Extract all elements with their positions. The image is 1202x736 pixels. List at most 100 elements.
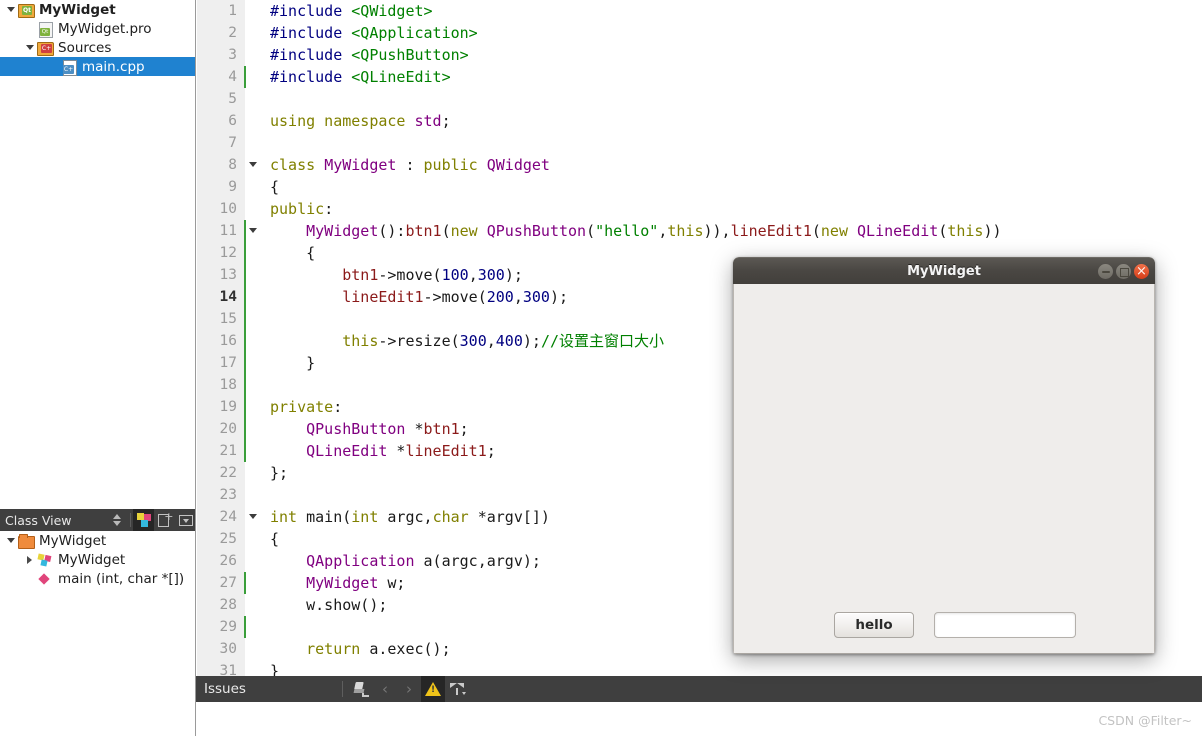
sort-arrows-icon [113, 513, 122, 527]
qt-window-titlebar[interactable]: MyWidget [733, 257, 1155, 284]
split-button[interactable] [154, 509, 175, 531]
fold-arrow-icon[interactable] [249, 228, 257, 233]
class-view-title: Class View [5, 512, 72, 528]
code-line[interactable]: 31} [197, 660, 1202, 676]
line-number: 10 [219, 201, 237, 217]
dropdown-box-icon [178, 514, 193, 526]
line-number: 28 [219, 597, 237, 613]
minimize-button[interactable] [1098, 264, 1113, 279]
code-text: return a.exec(); [306, 640, 451, 658]
project-tree: MyWidget MyWidget.pro Sources main.cpp [0, 0, 195, 76]
change-marker [244, 572, 246, 594]
maximize-button[interactable] [1116, 264, 1131, 279]
code-text: } [270, 354, 316, 372]
issues-list-panel: CSDN @Filter~ [196, 702, 1202, 736]
project-item-mywidget-pro[interactable]: MyWidget.pro [0, 19, 195, 38]
panel-options-button[interactable] [175, 509, 195, 531]
line-number: 15 [219, 311, 237, 327]
fold-arrow-icon[interactable] [249, 162, 257, 167]
tree-item-label: Sources [58, 39, 112, 56]
hello-push-button[interactable]: hello [834, 612, 914, 638]
chevron-down-icon[interactable] [23, 45, 36, 50]
line-edit-field[interactable] [934, 612, 1076, 638]
folder-icon [17, 533, 35, 549]
code-text: QApplication a(argc,argv); [306, 552, 541, 570]
split-plus-icon [157, 511, 174, 527]
code-text: private: [270, 398, 343, 416]
code-line[interactable]: 8 class MyWidget : public QWidget [197, 154, 1202, 176]
filter-button[interactable] [445, 676, 469, 702]
code-line[interactable]: 3 #include <QPushButton> [197, 44, 1202, 66]
line-number: 26 [219, 553, 237, 569]
code-line[interactable]: 4 #include <QLineEdit> [197, 66, 1202, 88]
qt-creator-window: MyWidget MyWidget.pro Sources main.cpp Clas… [0, 0, 1202, 736]
code-text: QLineEdit *lineEdit1; [306, 442, 496, 460]
fold-arrow-icon[interactable] [249, 514, 257, 519]
toolbar-separator [342, 681, 343, 697]
code-text: } [270, 662, 280, 676]
qt-window-body: hello [733, 284, 1155, 654]
line-number: 8 [228, 157, 237, 173]
code-line[interactable]: 11 MyWidget():btn1(new QPushButton("hell… [197, 220, 1202, 242]
cpp-file-icon [60, 59, 78, 76]
change-marker [244, 220, 246, 462]
qt-application-window[interactable]: MyWidget hello [733, 257, 1155, 654]
chevron-down-icon[interactable] [4, 538, 17, 543]
line-number: 21 [219, 443, 237, 459]
line-number: 4 [228, 69, 237, 85]
sources-folder-icon [36, 40, 54, 56]
close-button[interactable] [1134, 263, 1149, 280]
qt-window-title: MyWidget [907, 263, 981, 279]
code-text: int main(int argc,char *argv[]) [270, 508, 550, 526]
code-text: }; [270, 464, 289, 482]
left-sidebar: MyWidget MyWidget.pro Sources main.cpp Clas… [0, 0, 196, 736]
chevron-right-icon[interactable] [23, 556, 36, 564]
code-line[interactable]: 5 [197, 88, 1202, 110]
code-line[interactable]: 2 #include <QApplication> [197, 22, 1202, 44]
project-item-main-cpp[interactable]: main.cpp [0, 57, 195, 76]
tree-item-label: MyWidget [58, 551, 126, 568]
code-line[interactable]: 6 using namespace std; [197, 110, 1202, 132]
previous-issue-button[interactable]: ‹ [373, 676, 397, 702]
chevron-down-icon[interactable] [4, 7, 17, 12]
line-number: 17 [219, 355, 237, 371]
tree-item-label: MyWidget [39, 1, 116, 18]
code-text: public: [270, 200, 334, 218]
project-item-sources[interactable]: Sources [0, 38, 195, 57]
code-line[interactable]: 10 public: [197, 198, 1202, 220]
code-line[interactable]: 1 #include <QWidget> [197, 0, 1202, 22]
line-number: 11 [219, 223, 237, 239]
line-number: 12 [219, 245, 237, 261]
line-number: 27 [219, 575, 237, 591]
class-item-mywidget[interactable]: MyWidget [0, 531, 195, 550]
warnings-filter-button[interactable] [421, 676, 445, 702]
clear-issues-button[interactable] [349, 676, 373, 702]
code-text: { [270, 178, 280, 196]
class-icon [36, 552, 54, 568]
tree-item-label: main (int, char *[]) [58, 570, 185, 587]
code-text: { [270, 244, 316, 262]
class-item-main-int-char[interactable]: main (int, char *[]) [0, 569, 195, 588]
function-icon [36, 571, 54, 587]
qt-window-controls [1098, 258, 1149, 285]
line-number: 30 [219, 641, 237, 657]
class-view-tree: MyWidget MyWidget main (int, char *[]) [0, 531, 195, 588]
code-text: #include <QApplication> [270, 24, 478, 42]
code-text: MyWidget w; [306, 574, 406, 592]
code-line[interactable]: 9{ [197, 176, 1202, 198]
code-line[interactable]: 7 [197, 132, 1202, 154]
warning-triangle-icon [425, 682, 441, 696]
toolbar-separator [130, 513, 131, 527]
funnel-icon [449, 682, 466, 696]
class-item-mywidget[interactable]: MyWidget [0, 550, 195, 569]
change-marker [244, 616, 246, 638]
line-number: 2 [228, 25, 237, 41]
project-item-mywidget[interactable]: MyWidget [0, 0, 195, 19]
sort-toggle-button[interactable] [107, 509, 128, 531]
class-view-button[interactable] [133, 509, 154, 531]
tree-item-label: main.cpp [82, 58, 145, 75]
issues-toolbar: Issues ‹ › [196, 676, 1202, 702]
code-text: QPushButton *btn1; [306, 420, 469, 438]
issues-label: Issues [204, 681, 246, 697]
next-issue-button[interactable]: › [397, 676, 421, 702]
